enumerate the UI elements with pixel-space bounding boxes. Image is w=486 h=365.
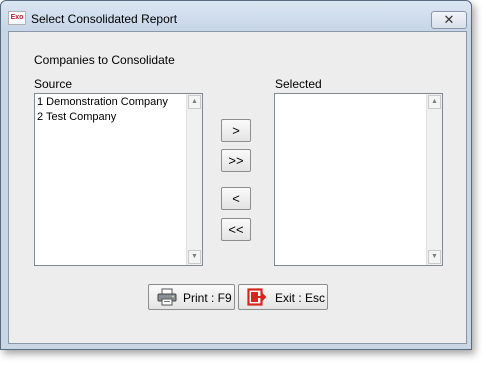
source-list[interactable]: 1 Demonstration Company 2 Test Company ▲… [34,93,203,266]
selected-label: Selected [275,77,322,91]
close-icon: ✕ [443,12,455,27]
exo-app-icon: Exo [8,11,26,25]
add-all-button[interactable]: >> [221,149,251,172]
selected-scrollbar[interactable]: ▲ ▼ [426,94,442,265]
selected-list[interactable]: ▲ ▼ [274,93,443,266]
close-button[interactable]: ✕ [431,11,467,29]
exit-label: Exit : Esc [275,291,326,305]
source-label: Source [34,77,73,91]
remove-button[interactable]: < [221,187,251,210]
print-button[interactable]: Print : F9 [148,284,235,310]
exit-door-icon [247,288,267,306]
print-label: Print : F9 [183,291,232,305]
source-scrollbar[interactable]: ▲ ▼ [186,94,202,265]
title-bar[interactable]: Exo Select Consolidated Report ✕ [1,1,471,31]
scroll-up-arrow-icon[interactable]: ▲ [428,95,441,109]
window-title: Select Consolidated Report [31,12,178,26]
dialog-body: Companies to Consolidate Source Selected… [8,31,467,344]
add-button[interactable]: > [221,119,251,142]
source-item[interactable]: 2 Test Company [37,111,116,123]
scroll-down-arrow-icon[interactable]: ▼ [188,250,201,264]
dialog-window: Exo Select Consolidated Report ✕ Compani… [0,0,472,350]
source-item[interactable]: 1 Demonstration Company [37,96,168,108]
printer-icon [157,288,177,306]
scroll-down-arrow-icon[interactable]: ▼ [428,250,441,264]
scroll-up-arrow-icon[interactable]: ▲ [188,95,201,109]
remove-all-button[interactable]: << [221,218,251,241]
exit-button[interactable]: Exit : Esc [238,284,328,310]
companies-heading: Companies to Consolidate [34,53,175,67]
